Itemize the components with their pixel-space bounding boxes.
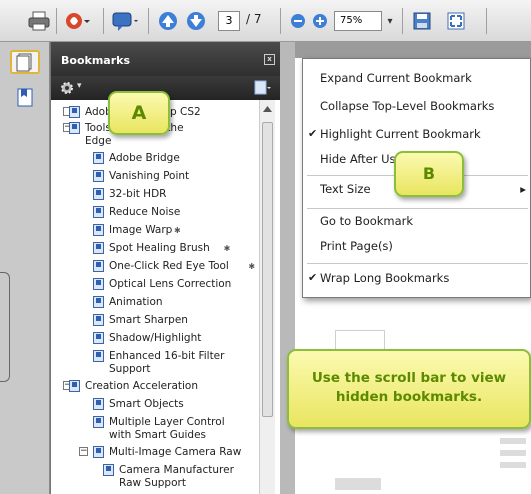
bookmark-icon	[103, 464, 114, 476]
bookmark-icon	[93, 332, 104, 344]
save-icon[interactable]	[410, 9, 434, 33]
navigation-strip	[0, 42, 50, 494]
bookmarks-title: Bookmarks	[61, 54, 130, 67]
bookmark-expander[interactable]: −	[79, 447, 88, 456]
bookmark-icon	[93, 398, 104, 410]
zoom-select[interactable]: 75%	[334, 11, 382, 31]
bookmark-list: Adobe Photoshop CS2−Tools to Create theE…	[51, 100, 259, 494]
bookmark-item-continued[interactable]: Support	[109, 363, 151, 376]
bookmark-item[interactable]: Adobe Bridge	[109, 152, 180, 165]
bookmark-item[interactable]: Multi-Image Camera Raw	[109, 446, 241, 459]
bookmark-icon	[93, 242, 104, 254]
zoom-in-icon[interactable]	[310, 9, 330, 33]
menu-item-label: Hide After Use	[320, 152, 403, 166]
submenu-arrow-icon: ▸	[520, 182, 526, 196]
bookmarks-scrollbar[interactable]	[259, 100, 275, 494]
panel-close-button[interactable]: x	[264, 54, 275, 65]
bookmarks-header: Bookmarks x	[51, 42, 281, 76]
bookmark-item-continued[interactable]: with Smart Guides	[109, 429, 206, 442]
bookmark-icon	[69, 106, 80, 118]
text-line	[335, 478, 381, 490]
bookmark-icon	[93, 278, 104, 290]
page-total: / 7	[246, 12, 262, 26]
callout-a: A	[108, 91, 170, 135]
bookmark-icon	[93, 206, 104, 218]
menu-item[interactable]: Print Page(s)	[303, 239, 531, 253]
new-feature-badge: ✱	[174, 226, 181, 235]
menu-separator	[307, 208, 528, 209]
bookmark-icon	[69, 380, 80, 392]
menu-item[interactable]: Go to Bookmark	[303, 214, 531, 228]
menu-item-label: Text Size	[320, 182, 371, 196]
menu-item[interactable]: ✔ Wrap Long Bookmarks	[303, 271, 531, 285]
bookmark-item[interactable]: Optical Lens Correction	[109, 278, 231, 291]
menu-item-label: Go to Bookmark	[320, 214, 414, 228]
options-dropdown-arrow[interactable]: ▾	[77, 81, 82, 91]
menu-item-label: Wrap Long Bookmarks	[320, 271, 450, 285]
bookmark-icon	[93, 296, 104, 308]
options-gear-icon[interactable]	[59, 80, 75, 100]
bookmark-item[interactable]: Spot Healing Brush	[109, 242, 210, 255]
next-page-icon[interactable]	[184, 9, 208, 33]
bookmark-item[interactable]: Multiple Layer Control	[109, 416, 225, 429]
menu-separator	[307, 263, 528, 264]
toolbar: 3 / 7 75% ▾	[0, 0, 531, 42]
menu-item-label: Print Page(s)	[320, 239, 393, 253]
bookmark-item[interactable]: One-Click Red Eye Tool	[109, 260, 229, 273]
bookmark-item[interactable]: Image Warp	[109, 224, 172, 237]
check-icon: ✔	[308, 127, 318, 140]
previous-page-icon[interactable]	[156, 9, 180, 33]
menu-item-label: Highlight Current Bookmark	[320, 127, 481, 141]
create-pdf-icon[interactable]	[62, 9, 92, 33]
bookmarks-panel-icon[interactable]	[15, 87, 37, 109]
new-feature-badge: ✱	[248, 262, 256, 271]
page-number-input[interactable]: 3	[218, 11, 240, 31]
bookmark-item[interactable]: Animation	[109, 296, 163, 309]
menu-item[interactable]: Expand Current Bookmark	[303, 71, 531, 85]
bookmark-item-continued[interactable]: Edge	[85, 135, 111, 148]
bookmark-item[interactable]: Camera Manufacturer	[119, 464, 234, 477]
bookmark-item[interactable]: Smart Objects	[109, 398, 184, 411]
bookmark-item[interactable]: 32-bit HDR	[109, 188, 166, 201]
comment-icon[interactable]	[110, 9, 140, 33]
scroll-thumb[interactable]	[262, 122, 273, 417]
bookmark-item[interactable]: Creation Acceleration	[85, 380, 198, 393]
text-line	[500, 450, 526, 456]
callout-b: B	[394, 151, 464, 197]
menu-item-label: Collapse Top-Level Bookmarks	[320, 99, 495, 113]
check-icon: ✔	[308, 271, 318, 284]
bookmark-icon	[93, 350, 104, 362]
text-line	[500, 462, 526, 468]
bookmark-icon	[93, 446, 104, 458]
pages-panel-icon[interactable]	[10, 50, 40, 74]
fit-page-icon[interactable]	[444, 9, 468, 33]
bookmark-icon	[93, 260, 104, 272]
bookmark-item-continued[interactable]: Raw Support	[119, 477, 186, 490]
bookmark-item[interactable]: Enhanced 16-bit Filter	[109, 350, 224, 363]
zoom-out-icon[interactable]	[288, 9, 308, 33]
menu-item-label: Expand Current Bookmark	[320, 71, 472, 85]
menu-item[interactable]: ✔ Highlight Current Bookmark	[303, 127, 531, 141]
bookmark-item[interactable]: Vanishing Point	[109, 170, 189, 183]
bookmark-icon	[93, 224, 104, 236]
bookmark-icon	[93, 188, 104, 200]
print-icon[interactable]	[26, 9, 52, 33]
menu-item[interactable]: Collapse Top-Level Bookmarks	[303, 99, 531, 113]
new-feature-badge: ✱	[223, 244, 231, 253]
bookmark-icon	[93, 152, 104, 164]
zoom-dropdown-arrow[interactable]: ▾	[384, 9, 396, 33]
bookmark-item[interactable]: Smart Sharpen	[109, 314, 188, 327]
bookmark-icon	[69, 122, 80, 134]
bookmark-icon	[93, 314, 104, 326]
bookmark-icon	[93, 416, 104, 428]
bookmark-item[interactable]: Reduce Noise	[109, 206, 180, 219]
bookmark-item[interactable]: Shadow/Highlight	[109, 332, 201, 345]
callout-scroll-line1: Use the scroll bar to view	[311, 370, 507, 386]
side-edge	[0, 272, 10, 382]
bookmark-icon	[93, 170, 104, 182]
callout-scroll-line2: hidden bookmarks.	[335, 389, 483, 405]
new-bookmark-icon[interactable]	[253, 80, 271, 100]
text-line	[500, 438, 526, 444]
callout-scroll-tip: Use the scroll bar to view hidden bookma…	[287, 349, 531, 429]
